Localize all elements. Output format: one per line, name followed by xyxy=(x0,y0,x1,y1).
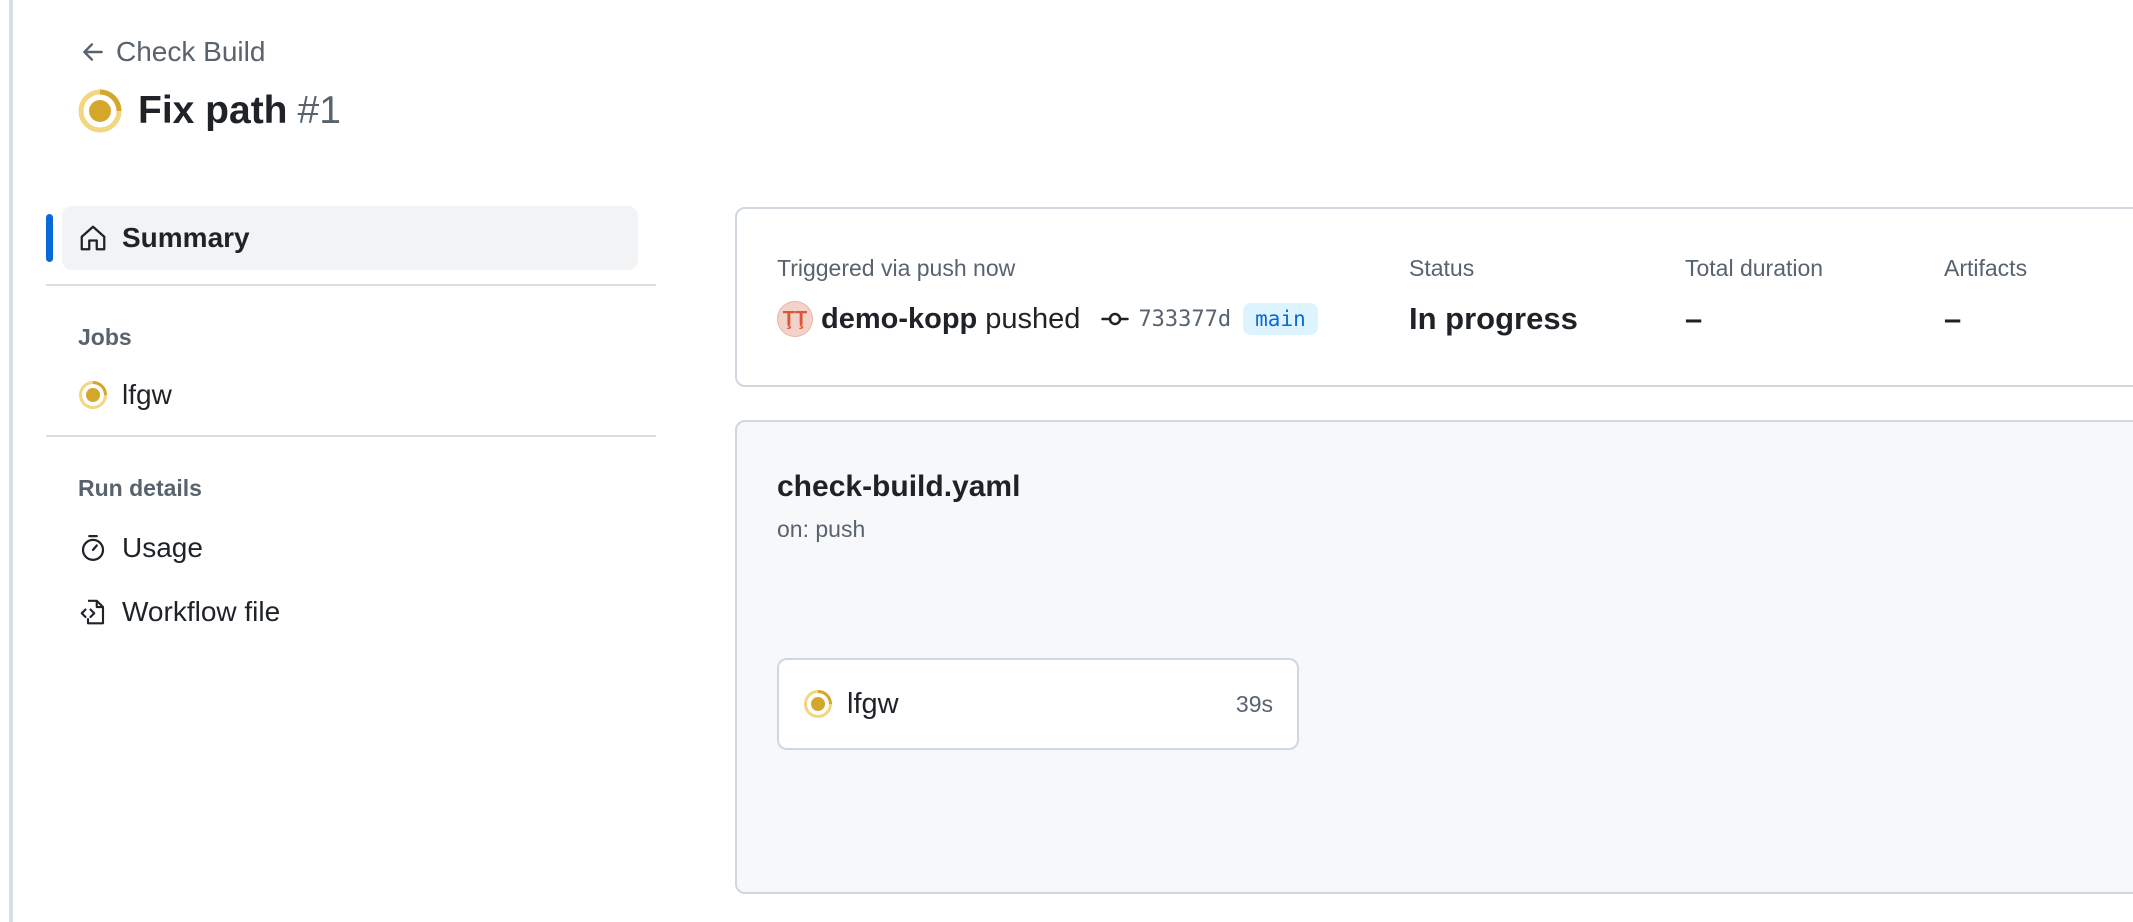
jobs-heading: Jobs xyxy=(78,324,132,350)
in-progress-status-icon xyxy=(78,89,122,133)
workflow-trigger: on: push xyxy=(777,516,866,542)
sidebar-divider xyxy=(46,435,656,437)
sidebar-item-workflow-file[interactable]: Workflow file xyxy=(78,580,656,644)
branch-badge[interactable]: main xyxy=(1243,303,1318,335)
file-code-icon xyxy=(80,599,105,625)
duration-value: – xyxy=(1685,301,1703,336)
sidebar: Summary Jobs lfgw Run details Usage Work… xyxy=(46,206,656,644)
arrow-left-icon xyxy=(83,43,103,61)
sidebar-item-label: lfgw xyxy=(122,379,172,410)
trigger-details: ŢŢ demo-kopp pushed 733377d main xyxy=(777,301,1318,337)
duration-label: Total duration xyxy=(1685,255,1824,281)
artifacts-value: – xyxy=(1944,301,1962,336)
sidebar-item-job-lfgw[interactable]: lfgw xyxy=(78,363,656,427)
workflow-run-page: Check Build Fix path #1 Summary Jobs lfg… xyxy=(0,0,2133,922)
avatar[interactable]: ŢŢ xyxy=(777,301,813,337)
job-card-lfgw[interactable]: lfgw 39s xyxy=(777,658,1299,750)
in-progress-status-icon xyxy=(79,381,107,409)
run-summary-card: Triggered via push now ŢŢ demo-kopp push… xyxy=(735,207,2133,387)
back-link-label: Check Build xyxy=(116,36,266,67)
workflow-file-name: check-build.yaml xyxy=(777,470,1021,503)
sidebar-item-summary[interactable]: Summary xyxy=(46,206,638,270)
run-title: Fix path #1 xyxy=(138,89,341,132)
left-rail xyxy=(9,0,13,922)
in-progress-status-icon xyxy=(804,690,832,718)
sidebar-item-label: Usage xyxy=(122,532,203,563)
page-title: Fix path #1 xyxy=(78,86,341,136)
sidebar-item-label: Summary xyxy=(122,222,250,253)
job-name: lfgw xyxy=(847,687,899,720)
stopwatch-icon xyxy=(81,535,105,561)
status-label: Status xyxy=(1409,255,1475,281)
active-indicator xyxy=(46,214,53,262)
status-value: In progress xyxy=(1409,301,1578,336)
home-icon xyxy=(80,225,106,251)
git-commit-icon xyxy=(1101,312,1130,326)
artifacts-label: Artifacts xyxy=(1944,255,2028,281)
back-to-workflow-link[interactable]: Check Build xyxy=(80,36,265,68)
trigger-label: Triggered via push now xyxy=(777,255,1016,281)
run-details-heading: Run details xyxy=(78,475,202,501)
job-elapsed-time: 39s xyxy=(1235,690,1273,717)
actor-link[interactable]: demo-kopp xyxy=(821,303,977,336)
sidebar-divider xyxy=(46,284,656,286)
workflow-graph-panel: check-build.yaml on: push lfgw 39s xyxy=(735,420,2133,894)
sidebar-item-usage[interactable]: Usage xyxy=(78,516,656,580)
run-number: #1 xyxy=(297,89,341,132)
commit-sha-link[interactable]: 733377d xyxy=(1138,307,1231,332)
sidebar-item-label: Workflow file xyxy=(122,596,281,627)
trigger-action: pushed xyxy=(985,302,1081,335)
